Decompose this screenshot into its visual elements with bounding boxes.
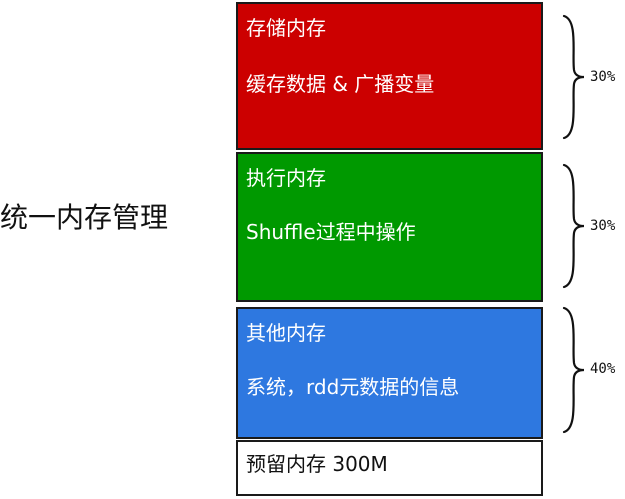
other-memory-block: 其他内存 系统，rdd元数据的信息 — [236, 307, 543, 439]
execution-share-label: 30% — [590, 218, 616, 234]
storage-memory-description: 缓存数据 & 广播变量 — [246, 72, 435, 96]
other-memory-description: 系统，rdd元数据的信息 — [246, 375, 460, 399]
unified-memory-label: 统一内存管理 — [0, 201, 169, 234]
execution-memory-block: 执行内存 Shuffle过程中操作 — [236, 152, 543, 302]
other-memory-title: 其他内存 — [246, 321, 326, 345]
execution-memory-title: 执行内存 — [246, 166, 326, 190]
reserved-memory-block: 预留内存 300M — [236, 440, 543, 496]
storage-brace-icon — [562, 14, 585, 140]
execution-memory-description: Shuffle过程中操作 — [246, 220, 416, 244]
storage-memory-title: 存储内存 — [246, 16, 326, 40]
other-brace-icon — [562, 306, 585, 434]
execution-brace-icon — [562, 163, 585, 289]
storage-share-label: 30% — [590, 69, 616, 85]
reserved-memory-title: 预留内存 300M — [246, 452, 388, 476]
storage-memory-block: 存储内存 缓存数据 & 广播变量 — [236, 2, 543, 150]
other-share-label: 40% — [590, 361, 616, 377]
